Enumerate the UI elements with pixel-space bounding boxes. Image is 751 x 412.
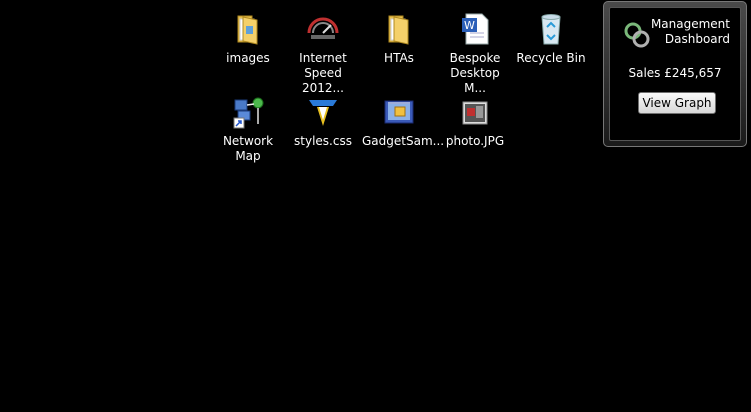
icon-label: Recycle Bin bbox=[516, 51, 586, 65]
icon-label: GadgetSam... bbox=[362, 134, 445, 148]
dashboard-logo-icon bbox=[622, 20, 652, 50]
desktop-icon-styles-css[interactable]: styles.css bbox=[286, 94, 360, 149]
gadget-body: Management Dashboard Sales £245,657 View… bbox=[609, 7, 741, 141]
network-map-shortcut-icon bbox=[230, 94, 266, 130]
photo-file-icon bbox=[457, 94, 493, 130]
view-graph-button[interactable]: View Graph bbox=[638, 92, 716, 114]
svg-text:W: W bbox=[464, 19, 475, 32]
gadget-title-line2: Dashboard bbox=[664, 32, 730, 46]
icon-label: HTAs bbox=[384, 51, 414, 65]
desktop-icon-recycle-bin[interactable]: Recycle Bin bbox=[514, 11, 588, 66]
desktop-icon-network-map[interactable]: Network Map bbox=[211, 94, 285, 164]
desktop-icon-htas[interactable]: HTAs bbox=[362, 11, 436, 66]
network-speed-icon bbox=[305, 11, 341, 47]
icon-label: Bespoke Desktop M... bbox=[449, 51, 501, 95]
desktop-icon-gadgetsam[interactable]: GadgetSam... bbox=[362, 94, 445, 149]
folder-icon bbox=[381, 11, 417, 47]
icon-label: photo.JPG bbox=[445, 134, 505, 148]
gadget-title: Management Dashboard bbox=[651, 17, 730, 47]
desktop-icon-images[interactable]: images bbox=[211, 11, 285, 66]
css-file-icon bbox=[305, 94, 341, 130]
icon-label: Internet Speed 2012... bbox=[299, 51, 347, 95]
recycle-bin-icon bbox=[533, 11, 569, 47]
gadget-title-line1: Management bbox=[650, 17, 730, 31]
icon-label: Network Map bbox=[222, 134, 274, 163]
word-document-icon: W bbox=[457, 11, 493, 47]
management-dashboard-gadget[interactable]: Management Dashboard Sales £245,657 View… bbox=[603, 1, 747, 147]
desktop-icon-photo-jpg[interactable]: photo.JPG bbox=[438, 94, 512, 149]
icon-label: images bbox=[226, 51, 270, 65]
folder-icon bbox=[230, 11, 266, 47]
desktop-icon-internet-speed[interactable]: Internet Speed 2012... bbox=[286, 11, 360, 96]
gadget-folder-icon bbox=[381, 94, 417, 130]
sales-total: Sales £245,657 bbox=[628, 66, 722, 80]
desktop-icon-bespoke-desktop[interactable]: W Bespoke Desktop M... bbox=[438, 11, 512, 96]
icon-label: styles.css bbox=[294, 134, 352, 148]
